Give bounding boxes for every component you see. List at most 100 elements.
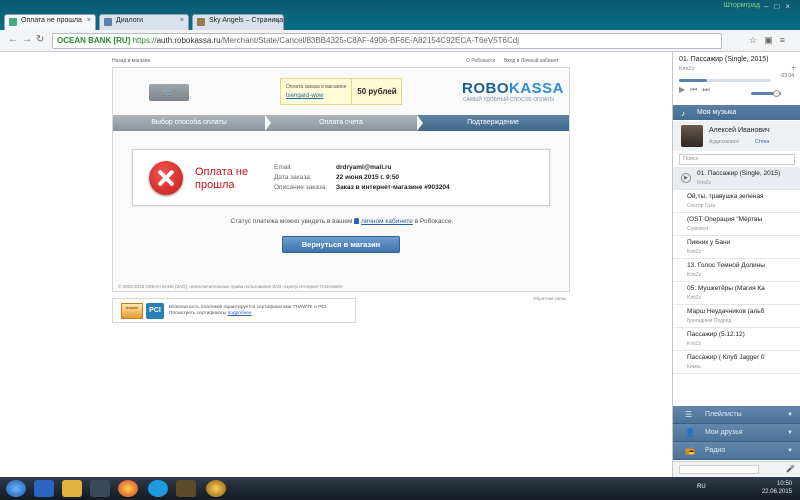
music-search-input[interactable]: Поиск bbox=[679, 154, 795, 165]
sidebar-footer-input[interactable] bbox=[679, 465, 759, 474]
my-music-header[interactable]: ♪ Моя музыка bbox=[673, 105, 800, 120]
nav-friends[interactable]: 👤 Мои друзья ▼ bbox=[673, 424, 800, 442]
window-controls[interactable]: –□× bbox=[764, 2, 796, 11]
world-of-warcraft-icon[interactable] bbox=[206, 480, 226, 497]
user-icon bbox=[354, 218, 360, 224]
track-title: 13. Голос Темной Долины bbox=[687, 262, 765, 269]
now-playing-title: 01. Пассажир (Single, 2015) bbox=[679, 56, 769, 63]
browser-tab-strip: Оплата не прошла × Диалоги × Sky Angels … bbox=[0, 0, 800, 30]
shop-link[interactable]: tsengard-wow bbox=[286, 93, 323, 99]
back-arrow-icon[interactable]: ← bbox=[8, 34, 18, 45]
avatar[interactable] bbox=[681, 125, 703, 147]
track-progress-bar[interactable] bbox=[679, 79, 771, 82]
radio-icon: 📻 bbox=[685, 446, 695, 455]
music-player-sidebar: 01. Пассажир (Single, 2015) KmiZz + -03:… bbox=[672, 52, 800, 477]
track-title: Пикник у Бани bbox=[687, 239, 731, 246]
track-item[interactable]: Пассажир ( Клуб Jagger 0 Кимзь bbox=[673, 351, 800, 374]
start-button-icon[interactable] bbox=[6, 480, 26, 497]
next-icon: ⏭ bbox=[702, 85, 715, 94]
windows-taskbar: RU 10:50 22.06.2015 bbox=[0, 477, 800, 500]
payment-status-text: Статус платежа можно увидеть в вашем лич… bbox=[230, 218, 454, 225]
tab-sky-angels[interactable]: Sky Angels – Страница × bbox=[192, 14, 284, 30]
return-to-shop-button[interactable]: Вернуться в магазин bbox=[282, 236, 400, 253]
track-title: (OST Операция "Мёртвы bbox=[687, 216, 763, 223]
error-title: Оплата не прошла bbox=[195, 166, 249, 191]
forward-arrow-icon[interactable]: → bbox=[22, 34, 32, 45]
prev-icon: ⏮ bbox=[690, 85, 703, 94]
about-robokassa-link[interactable]: О Робокассе bbox=[466, 58, 496, 64]
track-item[interactable]: Марш Неудачников (альб Бригадный Подряд bbox=[673, 305, 800, 328]
cabinet-login-link[interactable]: Вход в Личный кабинет bbox=[504, 58, 558, 64]
tab-dialogs[interactable]: Диалоги × bbox=[99, 14, 189, 30]
skype-icon[interactable] bbox=[148, 480, 168, 497]
close-tab-icon[interactable]: × bbox=[275, 17, 279, 24]
pci-dss-icon[interactable]: PCI bbox=[146, 303, 164, 319]
window-title-brand: Штормград bbox=[723, 2, 760, 9]
close-tab-icon[interactable]: × bbox=[87, 17, 91, 24]
certificates-details-link[interactable]: подробнее bbox=[228, 311, 252, 316]
track-item[interactable]: Пассажир (5.12.12) KmiZz bbox=[673, 328, 800, 351]
track-item[interactable]: (OST Операция "Мёртвы Cyanised bbox=[673, 213, 800, 236]
playback-controls[interactable]: ▶⏮⏭ bbox=[679, 85, 715, 95]
explorer-icon[interactable] bbox=[62, 480, 82, 497]
track-item[interactable]: 13. Голос Темной Долины KmiZz bbox=[673, 259, 800, 282]
personal-cabinet-link[interactable]: личном кабинете bbox=[361, 218, 413, 225]
nav-radio[interactable]: 📻 Радио ▼ bbox=[673, 442, 800, 460]
track-title: 01. Пассажир (Single, 2015) bbox=[697, 170, 781, 177]
volume-slider[interactable] bbox=[751, 90, 781, 97]
track-artist: Кимзь bbox=[687, 364, 701, 370]
add-track-icon[interactable]: + bbox=[791, 63, 796, 72]
volume-knob[interactable] bbox=[773, 90, 780, 97]
wall-link[interactable]: Стена bbox=[755, 139, 769, 145]
back-to-shop-link[interactable]: Назад в магазин bbox=[112, 58, 150, 64]
play-track-icon[interactable]: ▶ bbox=[681, 173, 691, 183]
track-title: Пассажир ( Клуб Jagger 0 bbox=[687, 354, 765, 361]
track-artist: Бригадный Подряд bbox=[687, 318, 732, 324]
play-icon: ▶ bbox=[679, 85, 691, 94]
track-artist: Сектор Газа bbox=[687, 203, 716, 209]
track-artist: Cyanised bbox=[687, 226, 708, 232]
track-item[interactable]: Ой,ты, травушка зеленая Сектор Газа bbox=[673, 190, 800, 213]
robokassa-logo: ROBOKASSA bbox=[462, 80, 565, 97]
user-name[interactable]: Алексей Иванович bbox=[709, 127, 770, 134]
playlist-icon: ☰ bbox=[685, 410, 693, 419]
nav-playlists[interactable]: ☰ Плейлисты ▼ bbox=[673, 406, 800, 424]
app-icon[interactable] bbox=[90, 480, 110, 497]
vk-favicon-icon bbox=[104, 18, 112, 26]
chevron-down-icon: ▼ bbox=[787, 430, 793, 436]
error-x-icon bbox=[149, 161, 183, 195]
track-item[interactable]: 05. Мушкетёры (Магия Ка KmiZz bbox=[673, 282, 800, 305]
browser-toolbar: ← → ↻ OCEAN BANK [RU] https://auth.robok… bbox=[0, 30, 800, 52]
security-badges: thawte PCI Безопасность платежей гаранти… bbox=[112, 298, 356, 323]
maxthon-icon[interactable] bbox=[34, 480, 54, 497]
player-nav: ☰ Плейлисты ▼ 👤 Мои друзья ▼ 📻 Радио ▼ bbox=[673, 406, 800, 460]
track-item[interactable]: Пикник у Бани KmiZz bbox=[673, 236, 800, 259]
input-language[interactable]: RU bbox=[697, 484, 706, 490]
now-playing-artist: KmiZz bbox=[679, 66, 695, 72]
chevron-down-icon: ▼ bbox=[787, 448, 793, 454]
order-summary: Оплата заказа в магазине tsengard-wow 50… bbox=[280, 78, 402, 105]
microphone-icon[interactable]: 🎤 bbox=[786, 465, 795, 473]
track-time: -03:04 bbox=[779, 73, 794, 79]
wow-favicon-icon bbox=[197, 18, 205, 26]
address-bar[interactable]: OCEAN BANK [RU] https://auth.robokassa.r… bbox=[52, 33, 722, 49]
payment-card: 🛒 Оплата заказа в магазине tsengard-wow … bbox=[112, 67, 570, 292]
track-artist: KmiZz bbox=[687, 249, 702, 255]
system-clock[interactable]: 10:50 22.06.2015 bbox=[762, 480, 792, 496]
close-tab-icon[interactable]: × bbox=[180, 17, 184, 24]
chrome-icon[interactable] bbox=[118, 480, 138, 497]
reload-icon[interactable]: ↻ bbox=[36, 34, 44, 45]
payment-error-panel: Оплата не прошла Email: drdryaml@mail.ru… bbox=[132, 149, 550, 206]
counter-strike-icon[interactable] bbox=[176, 480, 196, 497]
tab-payment-failed[interactable]: Оплата не прошла × bbox=[4, 14, 96, 30]
track-item[interactable]: ▶ 01. Пассажир (Single, 2015) KmiZz bbox=[673, 167, 800, 190]
sidebar-footer: 🎤 bbox=[673, 461, 800, 477]
feedback-link[interactable]: Обратная связь bbox=[533, 296, 566, 301]
thawte-seal-icon[interactable]: thawte bbox=[121, 303, 143, 319]
track-artist: KmiZz bbox=[687, 295, 702, 301]
audio-link[interactable]: Аудиозаписи bbox=[709, 139, 739, 145]
extension-icons[interactable]: ☆▣≡ bbox=[749, 35, 792, 46]
cart-button[interactable]: 🛒 bbox=[149, 84, 189, 101]
robokassa-page: Назад в магазин О Робокассе Вход в Личны… bbox=[0, 52, 672, 477]
step-payment-method: Выбор способа оплаты bbox=[113, 115, 265, 131]
